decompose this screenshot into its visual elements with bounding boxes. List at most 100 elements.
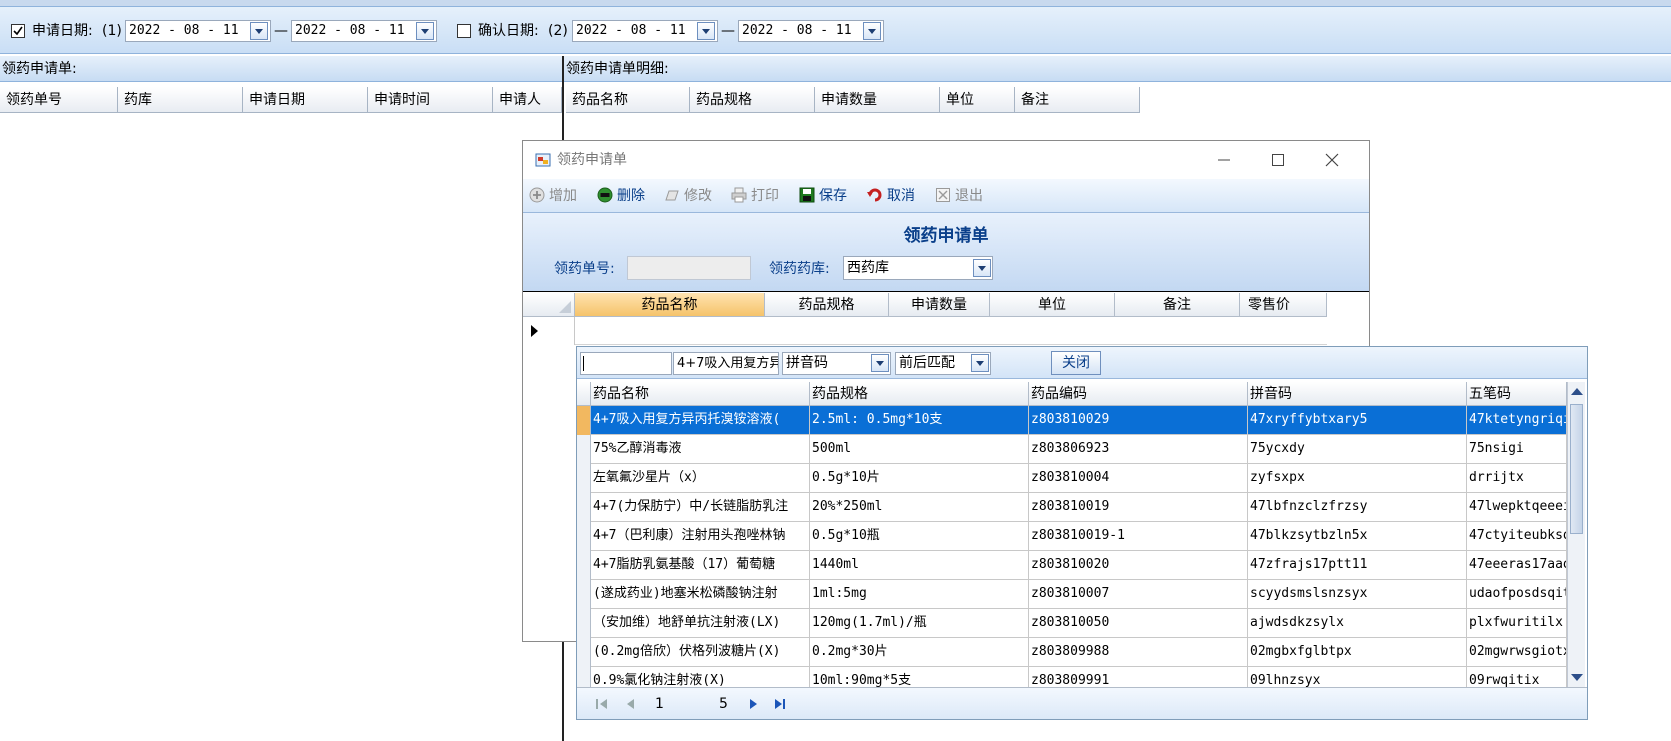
search-mode-dropdown-icon[interactable] [871,354,889,372]
warehouse-select[interactable]: 西药库 [843,256,993,280]
save-button[interactable]: 保存 [799,185,847,207]
table-row[interactable]: 4+7（巴利康）注射用头孢唑林钠 0.5g*10瓶 z803810019-1 4… [591,522,1567,551]
lookup-search-mode-select[interactable]: 拼音码 [782,352,891,375]
confirm-date-to[interactable]: 2022 - 08 - 11 [738,20,884,42]
grid-edit-row[interactable] [575,317,1327,345]
cell-drug-name: 4+7(力保肪宁）中/长链脂肪乳注 [591,493,810,522]
lookup-selected-drug[interactable]: 4+7吸入用复方异 [673,352,779,375]
confirm-date-to-dropdown-icon[interactable] [863,22,881,40]
add-button[interactable]: 增加 [529,185,577,207]
grid-col-retail-price[interactable]: 零售价 [1240,293,1327,317]
apply-date-checkbox[interactable] [11,24,25,38]
print-button[interactable]: 打印 [731,185,779,207]
cell-wubi: 47lwepktqeeei [1467,493,1567,522]
minus-circle-icon [597,187,613,203]
next-page-icon[interactable] [747,697,761,711]
exit-button[interactable]: 退出 [935,185,983,207]
table-row[interactable]: 4+7(力保肪宁）中/长链脂肪乳注 20%*250ml z803810019 4… [591,493,1567,522]
cell-drug-name: (遂成药业)地塞米松磷酸钠注射 [591,580,810,609]
confirm-date-checkbox[interactable] [457,24,471,38]
right-col-drug-spec[interactable]: 药品规格 [690,87,815,113]
delete-button[interactable]: 删除 [597,185,645,207]
dialog-titlebar[interactable]: 领药申请单 [523,141,1369,179]
lookup-close-button[interactable]: 关闭 [1051,351,1101,375]
lookup-col-drug-code[interactable]: 药品编码 [1029,382,1248,406]
table-row[interactable]: 75%乙醇消毒液 500ml z803806923 75ycxdy 75nsig… [591,435,1567,464]
cell-drug-code: z803810004 [1029,464,1248,493]
drug-lookup-popup: 4+7吸入用复方异 拼音码 前后匹配 关闭 药品名称 药品规格 药品编码 拼音码… [576,346,1588,720]
cell-pinyin: zyfsxpx [1248,464,1467,493]
cancel-button[interactable]: 取消 [867,185,915,207]
cell-wubi: 09rwqitix [1467,667,1567,687]
edit-button-label: 修改 [684,188,712,204]
edit-button[interactable]: 修改 [664,185,712,207]
cell-drug-spec: 0.5g*10片 [810,464,1029,493]
total-pages: 5 [719,696,728,712]
scroll-up-icon[interactable] [1571,387,1583,395]
cell-drug-code: z803810020 [1029,551,1248,580]
lookup-col-drug-name[interactable]: 药品名称 [591,382,810,406]
lookup-pager: 1 5 [577,687,1587,719]
confirm-date-from-dropdown-icon[interactable] [697,22,715,40]
apply-date-to-value: 2022 - 08 - 11 [295,23,405,38]
grid-row-indicator[interactable] [523,317,575,345]
lookup-vertical-scrollbar[interactable] [1567,382,1585,687]
right-col-quantity[interactable]: 申请数量 [815,87,940,113]
app-icon [535,153,551,167]
last-page-icon[interactable] [773,697,787,711]
apply-date-from[interactable]: 2022 - 08 - 11 [125,20,271,42]
apply-date-to[interactable]: 2022 - 08 - 11 [291,20,437,42]
right-panel-header: 领药申请单明细: [564,56,1671,82]
right-col-remark[interactable]: 备注 [1015,87,1140,113]
dialog-title: 领药申请单 [557,152,627,168]
table-row[interactable]: 4+7吸入用复方异丙托溴铵溶液( 2.5ml: 0.5mg*10支 z80381… [591,406,1567,435]
cell-wubi: 47ctyiteubksq [1467,522,1567,551]
first-page-icon[interactable] [595,697,609,711]
order-no-field[interactable] [627,256,751,280]
apply-date-to-dropdown-icon[interactable] [416,22,434,40]
right-col-unit[interactable]: 单位 [940,87,1015,113]
page-indicator[interactable]: 1 5 [649,694,729,714]
table-row[interactable]: (0.2mg倍欣）伏格列波糖片(X) 0.2mg*30片 z803809988 … [591,638,1567,667]
apply-date-from-dropdown-icon[interactable] [250,22,268,40]
apply-date-range-tag: (1) [102,23,122,39]
right-col-drug-name[interactable]: 药品名称 [566,87,690,113]
left-col-applicant[interactable]: 申请人 [493,87,562,113]
warehouse-dropdown-icon[interactable] [973,259,991,277]
table-row[interactable]: (遂成药业)地塞米松磷酸钠注射 1ml:5mg z803810007 scyyd… [591,580,1567,609]
lookup-match-mode-select[interactable]: 前后匹配 [895,352,991,375]
grid-col-remark[interactable]: 备注 [1115,293,1240,317]
text-caret [583,356,584,371]
lookup-search-input[interactable] [580,352,672,375]
lookup-col-wubi[interactable]: 五笔码 [1467,382,1567,406]
close-icon[interactable] [1325,153,1339,167]
scroll-down-icon[interactable] [1571,674,1583,682]
cell-pinyin: 47xryffybtxary5 [1248,406,1467,435]
scroll-thumb[interactable] [1570,404,1583,534]
previous-page-icon[interactable] [623,697,637,711]
confirm-date-from[interactable]: 2022 - 08 - 11 [572,20,718,42]
cell-drug-code: z803810019 [1029,493,1248,522]
left-col-apply-time[interactable]: 申请时间 [368,87,493,113]
maximize-icon[interactable] [1271,153,1285,167]
match-mode-dropdown-icon[interactable] [971,354,989,372]
form-title: 领药申请单 [903,226,989,246]
lookup-col-pinyin[interactable]: 拼音码 [1248,382,1467,406]
cell-drug-code: z803809991 [1029,667,1248,687]
grid-col-drug-spec[interactable]: 药品规格 [765,293,889,317]
lookup-col-drug-spec[interactable]: 药品规格 [810,382,1029,406]
left-col-order-no[interactable]: 领药单号 [0,87,118,113]
grid-col-drug-name[interactable]: 药品名称 [575,293,765,317]
left-col-warehouse[interactable]: 药库 [118,87,243,113]
grid-col-quantity[interactable]: 申请数量 [889,293,990,317]
minimize-icon[interactable] [1217,153,1231,167]
grid-corner[interactable] [523,293,575,317]
confirm-date-dash: — [721,23,735,39]
cell-wubi: 47eeeras17aao [1467,551,1567,580]
left-col-apply-date[interactable]: 申请日期 [243,87,368,113]
table-row[interactable]: 4+7脂肪乳氨基酸（17）葡萄糖 1440ml z803810020 47zfr… [591,551,1567,580]
table-row[interactable]: 0.9%氯化钠注射液(X) 10ml:90mg*5支 z803809991 09… [591,667,1567,687]
grid-col-unit[interactable]: 单位 [990,293,1115,317]
table-row[interactable]: （安加维）地舒单抗注射液(LX) 120mg(1.7ml)/瓶 z8038100… [591,609,1567,638]
table-row[interactable]: 左氧氟沙星片（x） 0.5g*10片 z803810004 zyfsxpx dr… [591,464,1567,493]
